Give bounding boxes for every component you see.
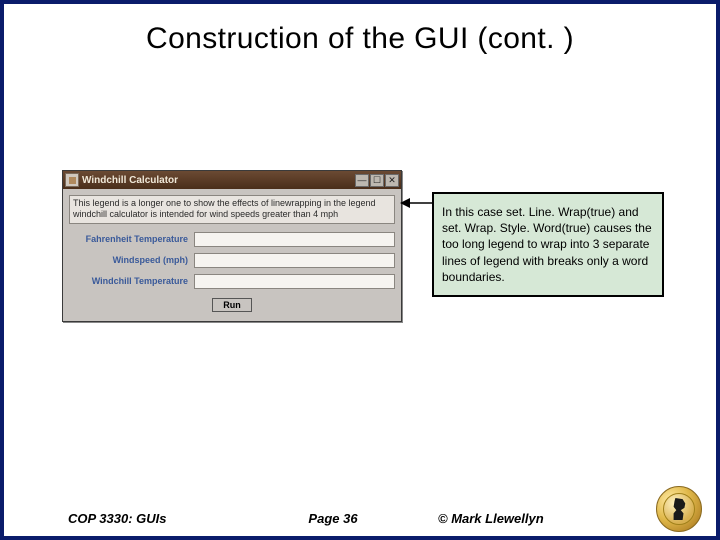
run-button[interactable]: Run — [212, 298, 252, 312]
maximize-button[interactable]: ☐ — [370, 174, 384, 187]
windspeed-label: Windspeed (mph) — [69, 255, 194, 265]
window-body: This legend is a longer one to show the … — [63, 189, 401, 321]
close-button[interactable]: ✕ — [385, 174, 399, 187]
arrow-icon — [400, 196, 436, 210]
fahrenheit-input[interactable] — [194, 232, 395, 247]
window-titlebar: Windchill Calculator — ☐ ✕ — [63, 171, 401, 189]
windspeed-input[interactable] — [194, 253, 395, 268]
field-row-fahrenheit: Fahrenheit Temperature — [69, 232, 395, 247]
ucf-seal-icon — [656, 486, 702, 532]
run-button-wrap: Run — [69, 295, 395, 313]
callout-box: In this case set. Line. Wrap(true) and s… — [432, 192, 664, 297]
legend-text: This legend is a longer one to show the … — [69, 195, 395, 224]
window-app-icon — [65, 173, 79, 187]
window-title: Windchill Calculator — [82, 175, 354, 186]
slide-title: Construction of the GUI (cont. ) — [4, 4, 716, 66]
footer: COP 3330: GUIs Page 36 © Mark Llewellyn — [4, 511, 716, 526]
fahrenheit-label: Fahrenheit Temperature — [69, 234, 194, 244]
windchill-window: Windchill Calculator — ☐ ✕ This legend i… — [62, 170, 402, 322]
minimize-button[interactable]: — — [355, 174, 369, 187]
footer-course: COP 3330: GUIs — [68, 511, 268, 526]
footer-page: Page 36 — [268, 511, 398, 526]
slide: Construction of the GUI (cont. ) Windchi… — [0, 0, 720, 540]
windchill-label: Windchill Temperature — [69, 276, 194, 286]
footer-copyright: © Mark Llewellyn — [398, 511, 688, 526]
content-area: Windchill Calculator — ☐ ✕ This legend i… — [4, 66, 716, 446]
field-row-windchill: Windchill Temperature — [69, 274, 395, 289]
field-row-windspeed: Windspeed (mph) — [69, 253, 395, 268]
windchill-input[interactable] — [194, 274, 395, 289]
